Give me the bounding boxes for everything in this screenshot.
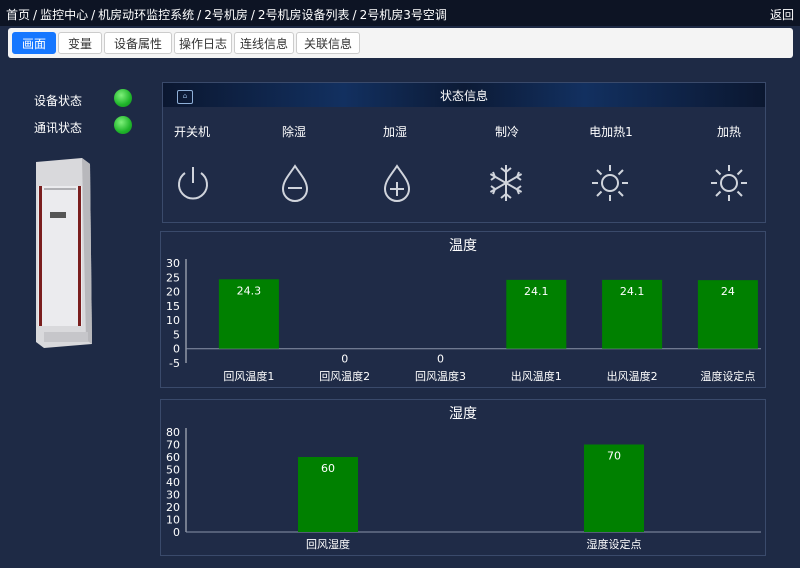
x-category-label: 温度设定点 bbox=[700, 369, 755, 383]
state-label-heating: 加热 bbox=[716, 125, 741, 139]
y-tick-label: 15 bbox=[166, 300, 180, 313]
x-category-label: 出风温度1 bbox=[511, 369, 562, 383]
status-info-header: ⌂ 状态信息 bbox=[163, 83, 765, 107]
state-label-humidify: 加湿 bbox=[382, 125, 407, 139]
breadcrumb-separator: / bbox=[33, 8, 38, 22]
state-label-power: 开关机 bbox=[173, 125, 210, 139]
y-tick-label: 40 bbox=[166, 476, 180, 489]
breadcrumb-separator: / bbox=[250, 8, 255, 22]
device-status-indicator bbox=[114, 89, 132, 107]
tab-connection-info[interactable]: 连线信息 bbox=[234, 32, 294, 54]
breadcrumb-separator: / bbox=[91, 8, 96, 22]
x-category-label: 回风湿度 bbox=[306, 537, 350, 551]
y-tick-label: 30 bbox=[166, 257, 180, 270]
y-tick-label: 20 bbox=[166, 501, 180, 514]
air-conditioner-image bbox=[36, 158, 92, 348]
breadcrumb-separator: / bbox=[352, 8, 357, 22]
temperature-chart-panel: 温度 30 25 20 15 10 5 0 -5 24.3 回风温度1 0 回风温度2 0 回风温度3 24… bbox=[160, 231, 766, 388]
breadcrumb-item-monitor-center[interactable]: 监控中心 bbox=[40, 8, 88, 22]
y-tick-label: 5 bbox=[173, 328, 180, 341]
bar-value-label: 24.1 bbox=[620, 285, 645, 298]
y-tick-label: 0 bbox=[173, 343, 180, 356]
breadcrumb-item-device-list[interactable]: 2号机房设备列表 bbox=[258, 8, 350, 22]
tab-bar: 画面 变量 设备属性 操作日志 连线信息 关联信息 bbox=[8, 28, 793, 58]
x-category-label: 回风温度2 bbox=[319, 369, 370, 383]
y-tick-label: 50 bbox=[166, 464, 180, 477]
y-tick-label: 80 bbox=[166, 426, 180, 439]
y-tick-label: 70 bbox=[166, 439, 180, 452]
humidity-chart: 8070605040302010060回风湿度70湿度设定点 bbox=[166, 426, 761, 551]
bar-value-label: 24.3 bbox=[237, 284, 262, 297]
back-button[interactable]: 返回 bbox=[770, 6, 794, 23]
bar-value-label: 0 bbox=[341, 353, 348, 366]
bar-value-label: 24 bbox=[721, 285, 735, 298]
tab-related-info[interactable]: 关联信息 bbox=[296, 32, 360, 54]
x-category-label: 出风温度2 bbox=[607, 369, 658, 383]
breadcrumb-item-current: 2号机房3号空调 bbox=[359, 8, 447, 22]
y-tick-label: 30 bbox=[166, 489, 180, 502]
breadcrumb-item-room[interactable]: 2号机房 bbox=[204, 8, 248, 22]
power-icon bbox=[178, 167, 208, 200]
drop-plus-icon bbox=[383, 164, 411, 202]
bar-value-label: 0 bbox=[437, 353, 444, 366]
y-tick-label: 20 bbox=[166, 286, 180, 299]
breadcrumb-item-home[interactable]: 首页 bbox=[6, 8, 30, 22]
state-label-cooling: 制冷 bbox=[494, 125, 519, 139]
y-tick-label: 25 bbox=[166, 271, 180, 284]
device-status-label: 设备状态 bbox=[34, 94, 83, 108]
y-tick-label: 10 bbox=[166, 314, 180, 327]
status-info-title: 状态信息 bbox=[439, 89, 488, 103]
y-tick-label: 0 bbox=[173, 526, 180, 539]
comm-status-label: 通讯状态 bbox=[34, 121, 83, 135]
comm-status-indicator bbox=[114, 116, 132, 134]
y-tick-label: 10 bbox=[166, 514, 180, 527]
x-category-label: 回风温度3 bbox=[415, 369, 466, 383]
y-tick-label: 60 bbox=[166, 451, 180, 464]
tab-variables[interactable]: 变量 bbox=[58, 32, 102, 54]
state-label-electric-heat: 电加热1 bbox=[589, 125, 633, 139]
sun-icon bbox=[592, 165, 628, 201]
humidity-chart-panel: 湿度 80 70 60 50 40 30 20 10 0 60 回风湿度 70 湿度设定点 bbox=[160, 399, 766, 556]
x-category-label: 湿度设定点 bbox=[587, 537, 642, 551]
breadcrumb-item-system[interactable]: 机房动环监控系统 bbox=[98, 8, 194, 22]
snowflake-icon bbox=[489, 165, 523, 201]
bar-value-label: 24.1 bbox=[524, 285, 549, 298]
drop-minus-icon bbox=[281, 164, 309, 202]
sun-icon bbox=[711, 165, 747, 201]
temperature-chart: 302520151050-524.3回风温度10回风温度20回风温度324.1出… bbox=[166, 257, 761, 383]
breadcrumb-separator: / bbox=[197, 8, 202, 22]
breadcrumb: 首页 / 监控中心 / 机房动环监控系统/2号机房/2号机房设备列表/2号机房3号空调 bbox=[6, 6, 447, 23]
tab-device-attributes[interactable]: 设备属性 bbox=[104, 32, 172, 54]
y-tick-label: -5 bbox=[169, 357, 180, 370]
state-label-dehumidify: 除湿 bbox=[281, 125, 306, 139]
bar-value-label: 60 bbox=[321, 462, 335, 475]
top-bar: 首页 / 监控中心 / 机房动环监控系统/2号机房/2号机房设备列表/2号机房3号空调 … bbox=[0, 0, 800, 26]
bar-value-label: 70 bbox=[607, 450, 621, 463]
x-category-label: 回风温度1 bbox=[223, 369, 274, 383]
status-info-panel: ⌂ 状态信息 开关机 除湿 加湿 制冷 电加热1 加热 bbox=[162, 82, 766, 223]
tab-operation-log[interactable]: 操作日志 bbox=[174, 32, 232, 54]
tab-screen[interactable]: 画面 bbox=[12, 32, 56, 54]
